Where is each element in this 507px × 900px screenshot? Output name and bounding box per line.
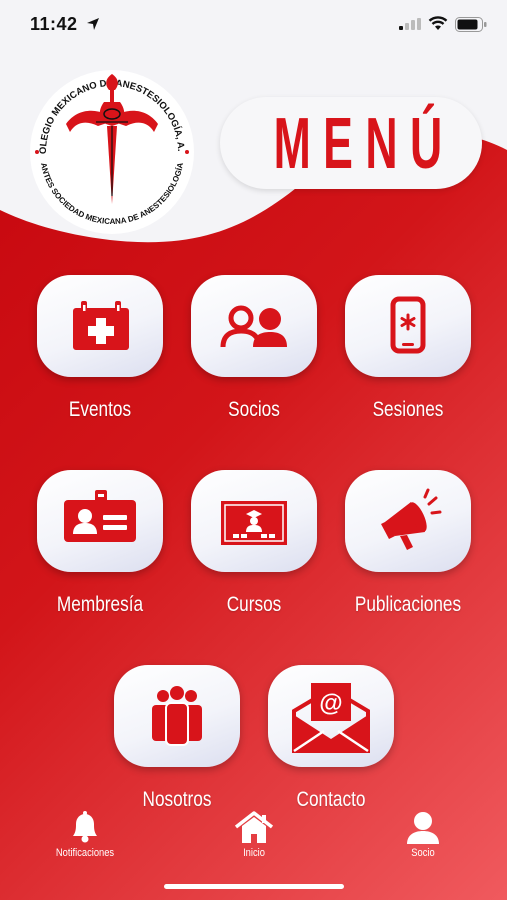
group-icon [152, 686, 202, 746]
tab-label-inicio: Inicio [243, 847, 265, 859]
cellular-signal-icon [399, 18, 421, 30]
envelope-at-icon: @ [292, 683, 370, 753]
menu-label-eventos: Eventos [68, 398, 132, 421]
megaphone-icon [381, 488, 442, 550]
menu-tile-membresia[interactable] [37, 470, 163, 572]
calendar-medical-icon [73, 301, 129, 350]
menu-label-membresia: Membresía [56, 593, 144, 616]
mobile-medical-icon [390, 296, 426, 354]
page-title: MENÚ [273, 104, 455, 184]
home-icon [234, 811, 274, 843]
users-icon [220, 305, 287, 348]
user-icon [407, 812, 439, 844]
tab-socio[interactable]: Socio [373, 805, 473, 865]
menu-tile-publicaciones[interactable] [345, 470, 471, 572]
menu-tile-contacto[interactable]: @ [268, 665, 394, 767]
menu-tile-eventos[interactable] [37, 275, 163, 377]
menu-tile-nosotros[interactable] [114, 665, 240, 767]
college-logo: COLEGIO MEXICANO DE ANESTESIOLOGÍA, A.C.… [26, 66, 194, 234]
home-indicator[interactable] [164, 884, 344, 889]
status-time: 11:42 [30, 14, 78, 34]
menu-tile-cursos[interactable] [191, 470, 317, 572]
chalkboard-teacher-icon [221, 501, 287, 545]
location-arrow-icon [87, 18, 99, 30]
menu-label-cursos: Cursos [226, 593, 282, 616]
tab-inicio[interactable]: Inicio [204, 805, 304, 865]
bell-icon [73, 811, 97, 843]
menu-label-socios: Socios [228, 398, 280, 421]
menu-label-publicaciones: Publicaciones [354, 593, 462, 616]
menu-tile-sesiones[interactable] [345, 275, 471, 377]
tab-notificaciones[interactable]: Notificaciones [35, 805, 135, 865]
menu-tile-socios[interactable] [191, 275, 317, 377]
wifi-icon [428, 16, 448, 30]
menu-label-sesiones: Sesiones [372, 398, 444, 421]
battery-icon [455, 17, 487, 32]
tab-label-notificaciones: Notificaciones [55, 847, 115, 859]
status-bar: 11:42 [0, 0, 507, 50]
tab-label-socio: Socio [411, 847, 435, 859]
id-card-icon [64, 490, 136, 542]
